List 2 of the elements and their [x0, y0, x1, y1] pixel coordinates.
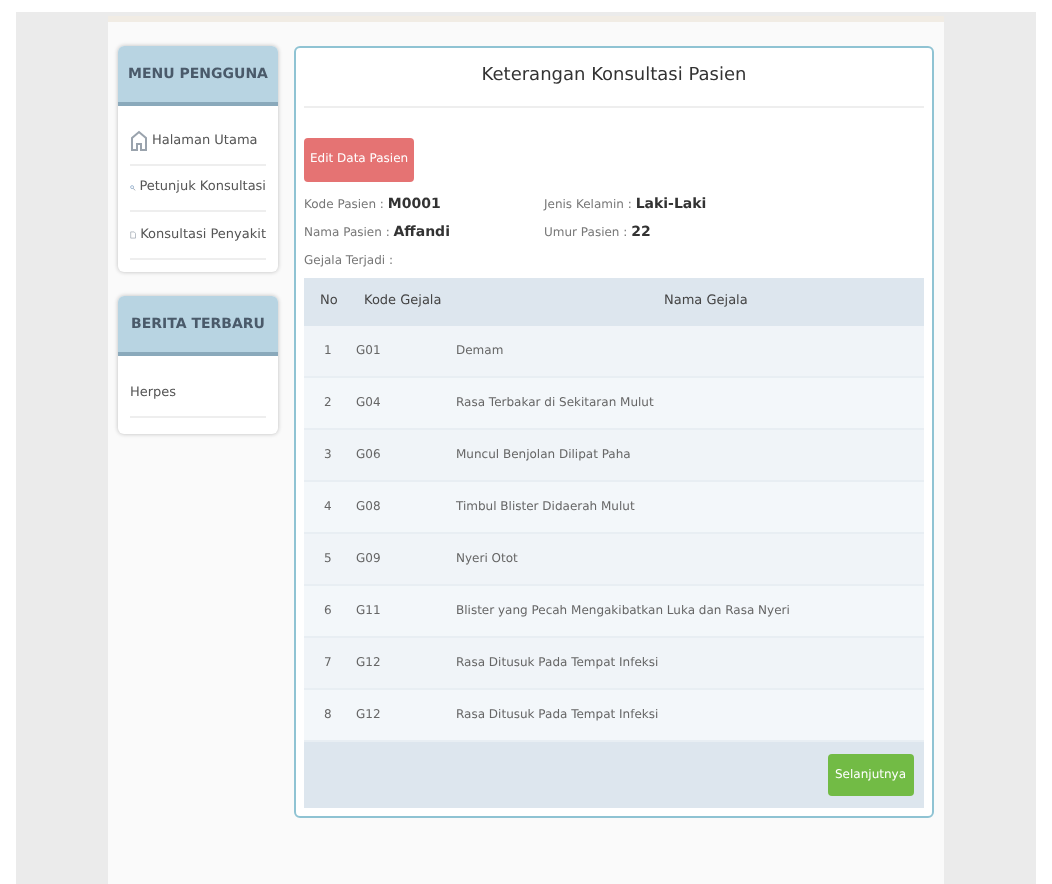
- panel-title: Keterangan Konsultasi Pasien: [304, 48, 924, 108]
- house-icon: [130, 130, 148, 152]
